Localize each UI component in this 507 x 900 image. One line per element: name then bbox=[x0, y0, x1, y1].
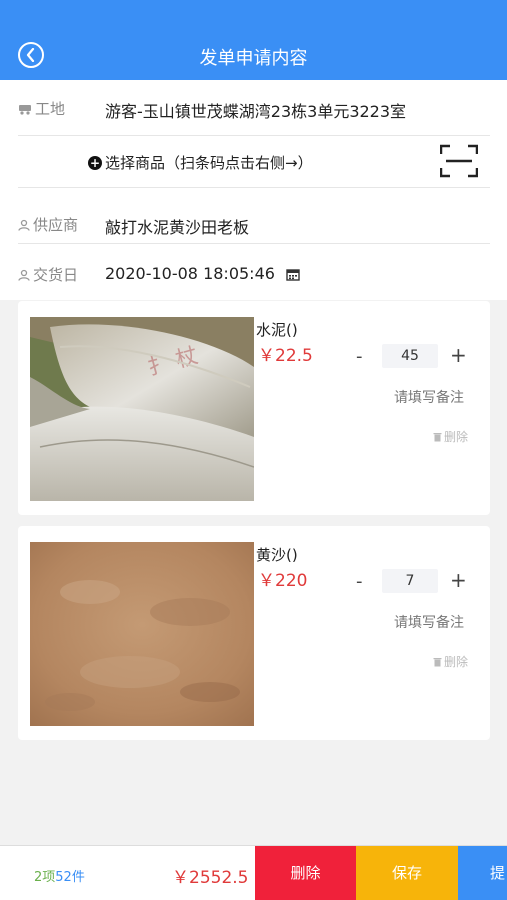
item-count: 2项52件 bbox=[34, 866, 85, 885]
select-product-label: 选择商品（扫条码点击右侧→） bbox=[105, 154, 313, 172]
bottom-action-bar: 2项52件 ￥2552.5 删除 保存 提交 bbox=[0, 845, 507, 900]
delete-item-button[interactable]: 删除 bbox=[433, 428, 468, 445]
sand-image bbox=[30, 542, 254, 726]
scan-icon[interactable] bbox=[440, 144, 478, 178]
increase-quantity-button[interactable]: + bbox=[450, 343, 467, 367]
delete-item-button[interactable]: 删除 bbox=[433, 653, 468, 670]
user-icon bbox=[18, 269, 30, 281]
trash-icon bbox=[433, 432, 442, 441]
item-kinds-count: 2项 bbox=[34, 870, 56, 885]
product-price: ￥220 bbox=[258, 571, 308, 591]
select-product-row: + 选择商品（扫条码点击右侧→） bbox=[18, 136, 490, 188]
submit-button[interactable]: 提交 bbox=[458, 846, 507, 900]
trash-icon bbox=[433, 657, 442, 666]
supplier-row: 供应商 敲打水泥黄沙田老板 bbox=[18, 188, 490, 244]
supplier-label-text: 供应商 bbox=[33, 216, 79, 234]
delivery-date: 2020-10-08 18:05:46 bbox=[105, 264, 275, 283]
delivery-label-text: 交货日 bbox=[33, 266, 79, 284]
site-label-text: 工地 bbox=[35, 100, 66, 118]
total-price: ￥2552.5 bbox=[172, 868, 249, 888]
order-form: 工地 游客-玉山镇世茂蝶湖湾23栋3单元3223室 + 选择商品（扫条码点击右侧… bbox=[0, 80, 507, 300]
site-label: 工地 bbox=[18, 98, 65, 119]
delivery-label: 交货日 bbox=[18, 264, 78, 285]
item-pieces-count: 52件 bbox=[55, 870, 85, 885]
supplier-value[interactable]: 敲打水泥黄沙田老板 bbox=[105, 214, 249, 238]
truck-icon bbox=[19, 104, 31, 115]
decrease-quantity-button[interactable]: - bbox=[356, 571, 363, 592]
quantity-input[interactable]: 45 bbox=[382, 344, 438, 368]
decrease-quantity-button[interactable]: - bbox=[356, 346, 363, 367]
user-icon bbox=[18, 219, 30, 231]
page-title: 发单申请内容 bbox=[199, 48, 308, 69]
cement-bag-image: 扌 杖 bbox=[30, 317, 254, 501]
product-card-cement: 扌 杖 水泥() ￥22.5 - 45 + 请填写备注 删除 bbox=[18, 301, 490, 515]
supplier-label: 供应商 bbox=[18, 214, 78, 235]
app-header: 发单申请内容 bbox=[0, 0, 507, 80]
remark-input[interactable]: 请填写备注 bbox=[394, 612, 464, 632]
select-product-button[interactable]: + 选择商品（扫条码点击右侧→） bbox=[88, 152, 313, 173]
site-row: 工地 游客-玉山镇世茂蝶湖湾23栋3单元3223室 bbox=[18, 80, 490, 136]
save-button[interactable]: 保存 bbox=[356, 846, 458, 900]
add-circle-icon: + bbox=[88, 155, 102, 170]
product-price: ￥22.5 bbox=[258, 346, 313, 366]
product-name: 黄沙() bbox=[256, 546, 298, 564]
product-card-sand: 黄沙() ￥220 - 7 + 请填写备注 删除 bbox=[18, 526, 490, 740]
delete-button[interactable]: 删除 bbox=[255, 846, 356, 900]
product-name: 水泥() bbox=[256, 321, 298, 339]
remark-input[interactable]: 请填写备注 bbox=[394, 387, 464, 407]
increase-quantity-button[interactable]: + bbox=[450, 568, 467, 592]
delivery-row: 交货日 2020-10-08 18:05:46 bbox=[18, 244, 490, 300]
site-value[interactable]: 游客-玉山镇世茂蝶湖湾23栋3单元3223室 bbox=[105, 98, 406, 122]
delete-item-label: 删除 bbox=[444, 655, 469, 669]
delivery-value[interactable]: 2020-10-08 18:05:46 bbox=[105, 264, 300, 283]
calendar-icon[interactable] bbox=[286, 268, 300, 281]
quantity-input[interactable]: 7 bbox=[382, 569, 438, 593]
delete-item-label: 删除 bbox=[444, 430, 469, 444]
